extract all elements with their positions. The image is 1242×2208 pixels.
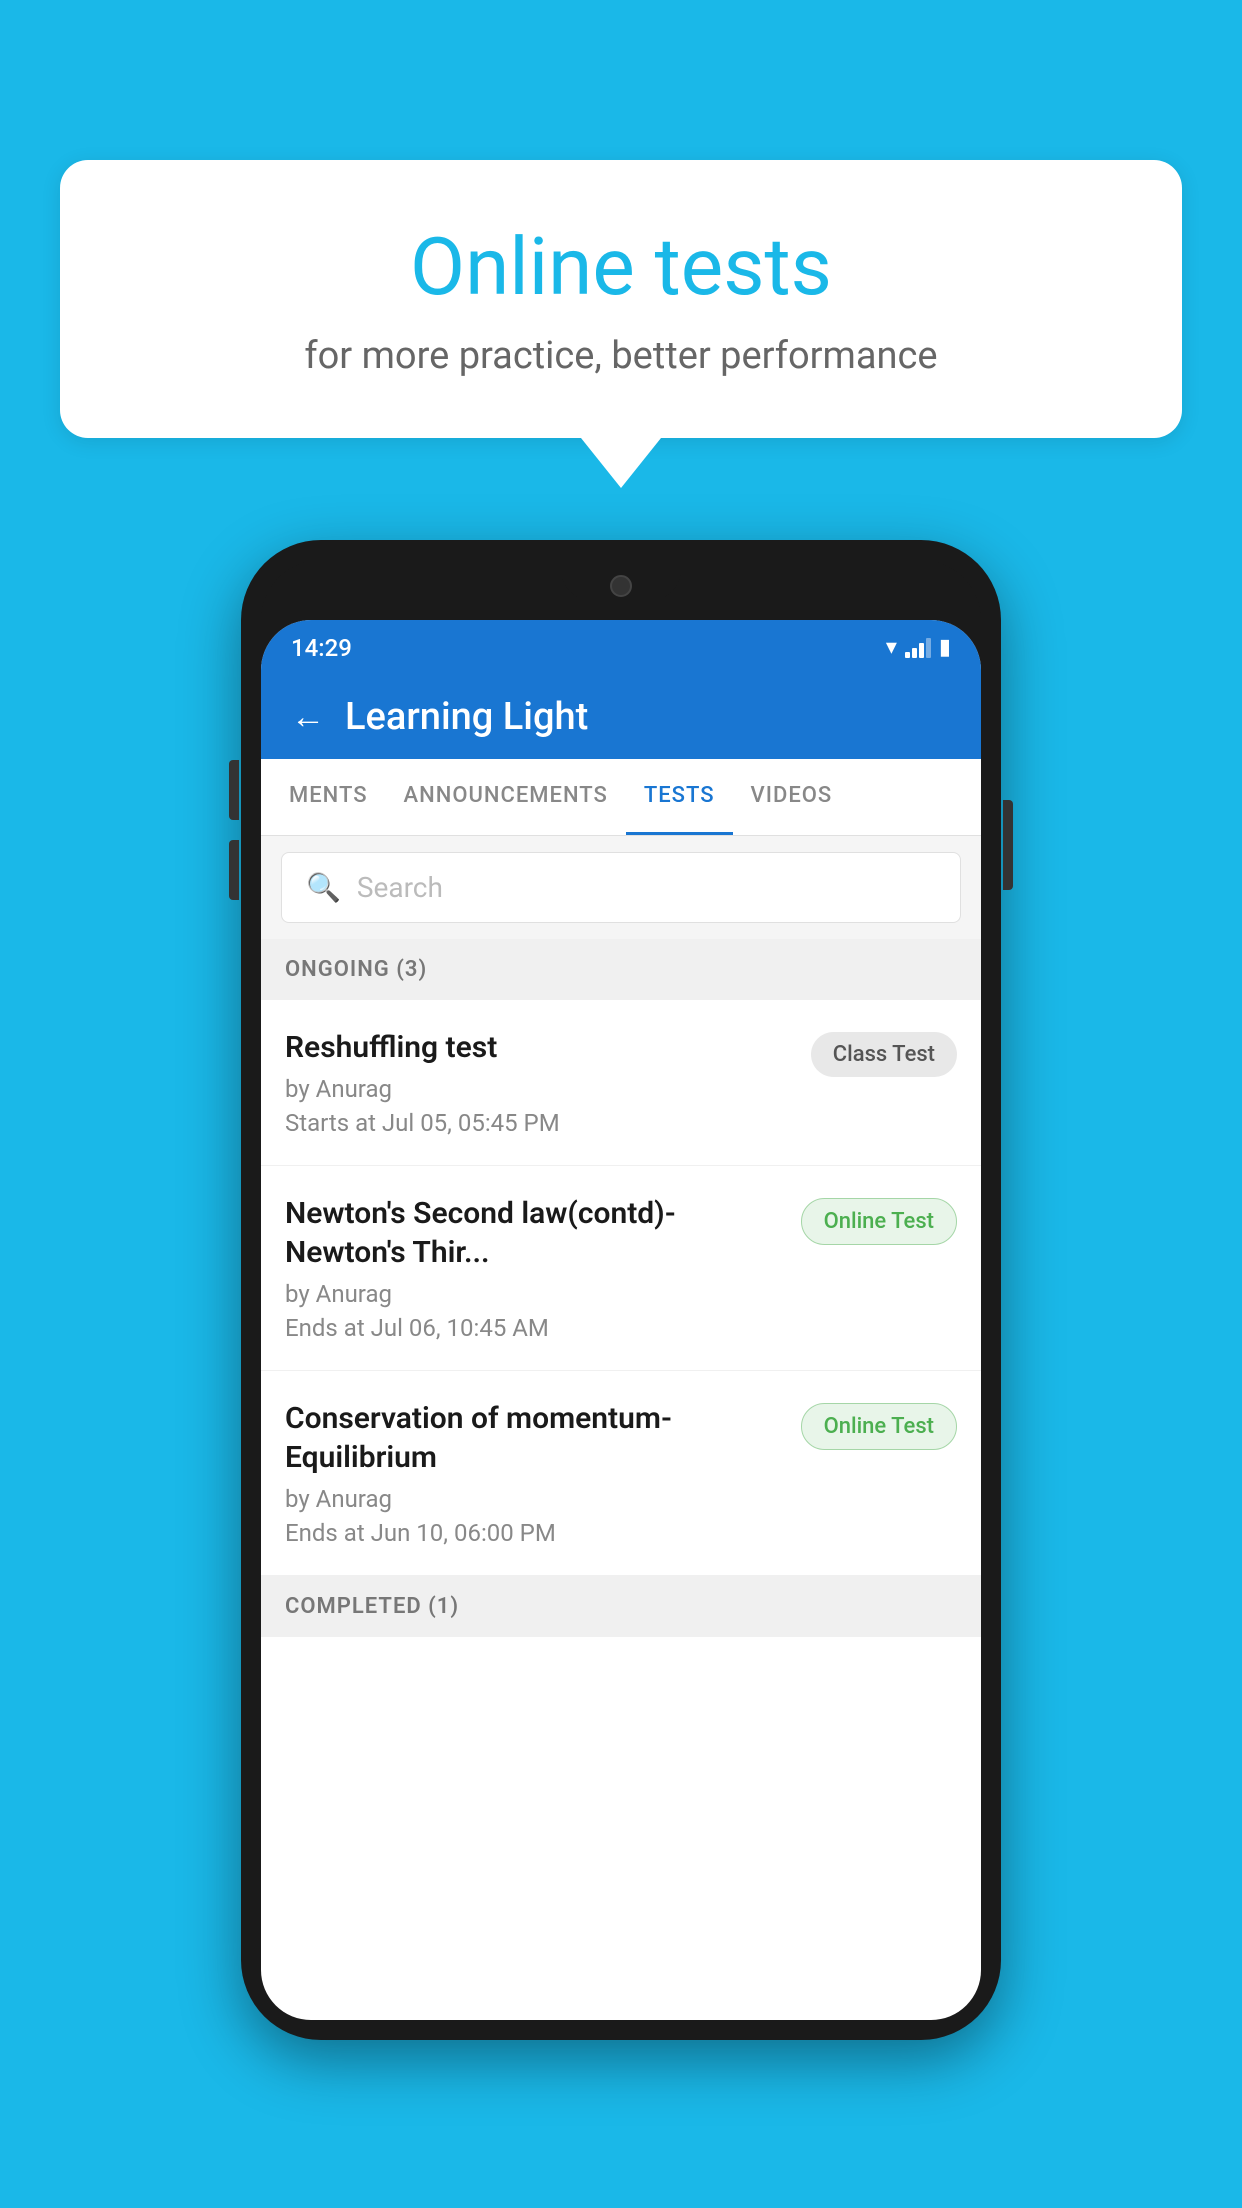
bubble-arrow xyxy=(581,438,661,488)
app-header: ← Learning Light xyxy=(261,675,981,759)
speech-bubble: Online tests for more practice, better p… xyxy=(60,160,1182,438)
test-author-1: by Anurag xyxy=(285,1075,795,1103)
list-item[interactable]: Newton's Second law(contd)-Newton's Thir… xyxy=(261,1166,981,1371)
speech-bubble-container: Online tests for more practice, better p… xyxy=(60,160,1182,488)
test-author-2: by Anurag xyxy=(285,1280,785,1308)
search-container: 🔍 Search xyxy=(261,836,981,939)
list-item[interactable]: Reshuffling test by Anurag Starts at Jul… xyxy=(261,1000,981,1166)
test-name-1: Reshuffling test xyxy=(285,1028,795,1067)
test-list: Reshuffling test by Anurag Starts at Jul… xyxy=(261,1000,981,1576)
search-placeholder: Search xyxy=(357,871,443,904)
volume-down-button xyxy=(229,840,239,900)
back-button[interactable]: ← xyxy=(291,697,325,737)
completed-section-header: COMPLETED (1) xyxy=(261,1576,981,1637)
tab-tests[interactable]: TESTS xyxy=(626,759,733,835)
power-button xyxy=(1003,800,1013,890)
tab-ments[interactable]: MENTS xyxy=(271,759,386,835)
status-icons: ▾ ▮ xyxy=(886,635,951,660)
search-bar[interactable]: 🔍 Search xyxy=(281,852,961,923)
front-camera xyxy=(610,575,632,597)
test-name-3: Conservation of momentum-Equilibrium xyxy=(285,1399,785,1477)
test-info-2: Newton's Second law(contd)-Newton's Thir… xyxy=(285,1194,801,1342)
phone-screen: 14:29 ▾ ▮ ← Learn xyxy=(261,620,981,2020)
bubble-subtitle: for more practice, better performance xyxy=(140,334,1102,378)
ongoing-section-header: ONGOING (3) xyxy=(261,939,981,1000)
test-date-2: Ends at Jul 06, 10:45 AM xyxy=(285,1314,785,1342)
signal-icon xyxy=(905,638,931,658)
test-info-3: Conservation of momentum-Equilibrium by … xyxy=(285,1399,801,1547)
bubble-title: Online tests xyxy=(140,220,1102,314)
tab-announcements[interactable]: ANNOUNCEMENTS xyxy=(386,759,626,835)
test-info-1: Reshuffling test by Anurag Starts at Jul… xyxy=(285,1028,811,1137)
tab-videos[interactable]: VIDEOS xyxy=(733,759,851,835)
test-date-3: Ends at Jun 10, 06:00 PM xyxy=(285,1519,785,1547)
test-name-2: Newton's Second law(contd)-Newton's Thir… xyxy=(285,1194,785,1272)
completed-section-title: COMPLETED (1) xyxy=(285,1594,459,1619)
wifi-icon: ▾ xyxy=(886,635,897,660)
phone-frame: 14:29 ▾ ▮ ← Learn xyxy=(241,540,1001,2040)
test-badge-1: Class Test xyxy=(811,1032,957,1077)
app-title: Learning Light xyxy=(345,695,588,739)
status-bar: 14:29 ▾ ▮ xyxy=(261,620,981,675)
test-date-1: Starts at Jul 05, 05:45 PM xyxy=(285,1109,795,1137)
test-badge-3: Online Test xyxy=(801,1403,957,1450)
list-item[interactable]: Conservation of momentum-Equilibrium by … xyxy=(261,1371,981,1576)
test-badge-2: Online Test xyxy=(801,1198,957,1245)
phone-mockup: 14:29 ▾ ▮ ← Learn xyxy=(241,540,1001,2040)
status-time: 14:29 xyxy=(291,634,352,662)
battery-icon: ▮ xyxy=(939,635,951,660)
ongoing-section-title: ONGOING (3) xyxy=(285,957,427,982)
volume-up-button xyxy=(229,760,239,820)
test-author-3: by Anurag xyxy=(285,1485,785,1513)
search-icon: 🔍 xyxy=(306,871,341,904)
tab-bar: MENTS ANNOUNCEMENTS TESTS VIDEOS xyxy=(261,759,981,836)
phone-top-bar xyxy=(261,560,981,620)
